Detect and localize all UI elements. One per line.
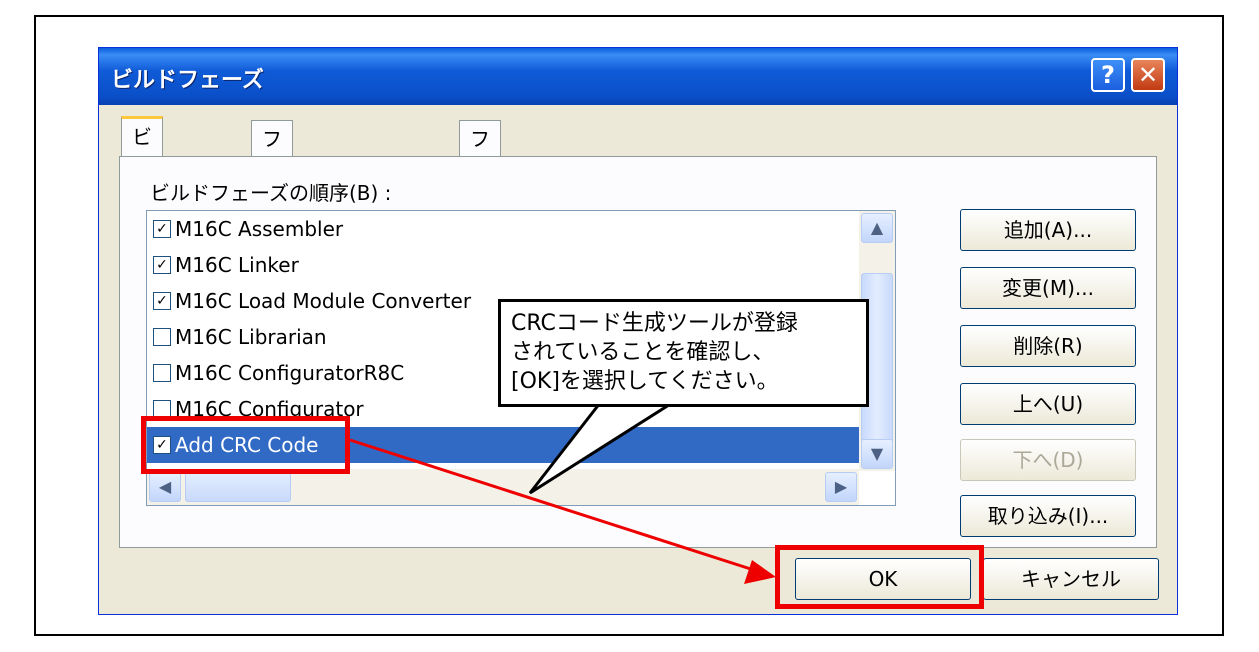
callout-line: [OK]を選択してください。 <box>511 369 779 394</box>
callout-note: CRCコード生成ツールが登録 されていることを確認し、 [OK]を選択してくださ… <box>498 299 869 407</box>
callout-line: CRCコード生成ツールが登録 <box>511 311 798 336</box>
callout-pointer <box>528 401 678 495</box>
callout-line: されていることを確認し、 <box>511 340 775 365</box>
red-arrow-head <box>744 560 776 584</box>
